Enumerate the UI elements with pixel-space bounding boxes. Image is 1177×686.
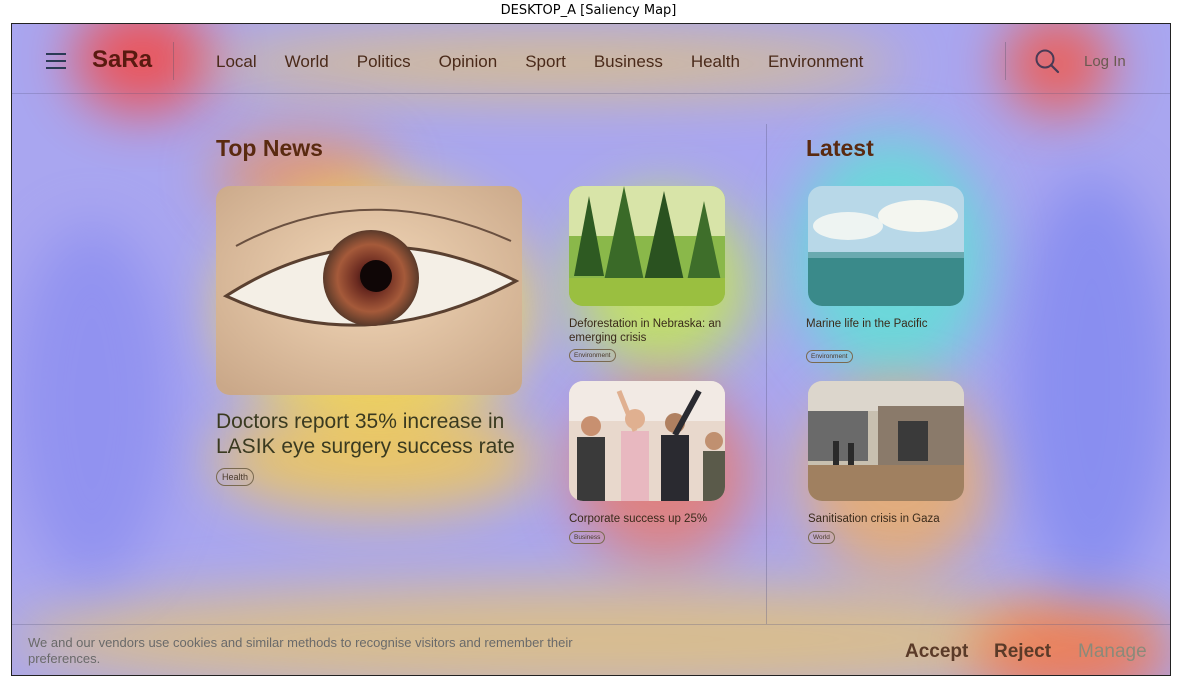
reject-button[interactable]: Reject (994, 641, 1051, 663)
story-tag-world[interactable]: World (808, 531, 835, 544)
nav-item-business[interactable]: Business (594, 52, 663, 72)
story-headline-marine[interactable]: Marine life in the Pacific (806, 317, 966, 331)
nav-item-opinion[interactable]: Opinion (439, 52, 498, 72)
story-tag-environment-latest[interactable]: Environment (806, 350, 853, 363)
story-image-forest[interactable] (569, 186, 725, 306)
page-frame: SaRa Local World Politics Opinion Sport … (11, 23, 1171, 676)
manage-button[interactable]: Manage (1078, 641, 1147, 663)
nav-item-world[interactable]: World (285, 52, 329, 72)
story-headline-corporate[interactable]: Corporate success up 25% (569, 512, 729, 526)
story-headline-sanitisation[interactable]: Sanitisation crisis in Gaza (808, 512, 968, 526)
login-link[interactable]: Log In (1084, 53, 1126, 70)
nav-item-sport[interactable]: Sport (525, 52, 566, 72)
top-news-title: Top News (216, 135, 323, 161)
column-divider (766, 124, 767, 624)
story-image-corporate[interactable] (569, 381, 725, 501)
main-nav: Local World Politics Opinion Sport Busin… (216, 52, 891, 72)
nav-item-environment[interactable]: Environment (768, 52, 863, 72)
main-story-tag[interactable]: Health (216, 468, 255, 486)
cookie-banner: We and our vendors use cookies and simil… (12, 624, 1170, 675)
story-tag-business[interactable]: Business (569, 531, 606, 544)
nav-item-politics[interactable]: Politics (357, 52, 411, 72)
site-header: SaRa Local World Politics Opinion Sport … (12, 24, 1170, 94)
hamburger-menu-icon[interactable] (46, 53, 66, 69)
figure-caption: DESKTOP_A [Saliency Map] (500, 3, 677, 18)
site-logo[interactable]: SaRa (92, 46, 152, 74)
story-tag-environment[interactable]: Environment (569, 349, 616, 362)
main-story-image[interactable] (216, 186, 522, 395)
nav-item-health[interactable]: Health (691, 52, 740, 72)
story-headline-deforestation[interactable]: Deforestation in Nebraska: an emerging c… (569, 317, 729, 345)
story-image-ocean[interactable] (808, 186, 964, 306)
nav-item-local[interactable]: Local (216, 52, 257, 72)
story-image-gaza[interactable] (808, 381, 964, 501)
accept-button[interactable]: Accept (905, 641, 968, 663)
latest-title: Latest (806, 135, 874, 161)
search-icon[interactable] (1034, 48, 1060, 74)
cookie-message: We and our vendors use cookies and simil… (28, 635, 573, 666)
header-divider-right (1005, 42, 1006, 80)
header-divider (173, 42, 174, 80)
main-story-headline[interactable]: Doctors report 35% increase in LASIK eye… (216, 409, 536, 459)
